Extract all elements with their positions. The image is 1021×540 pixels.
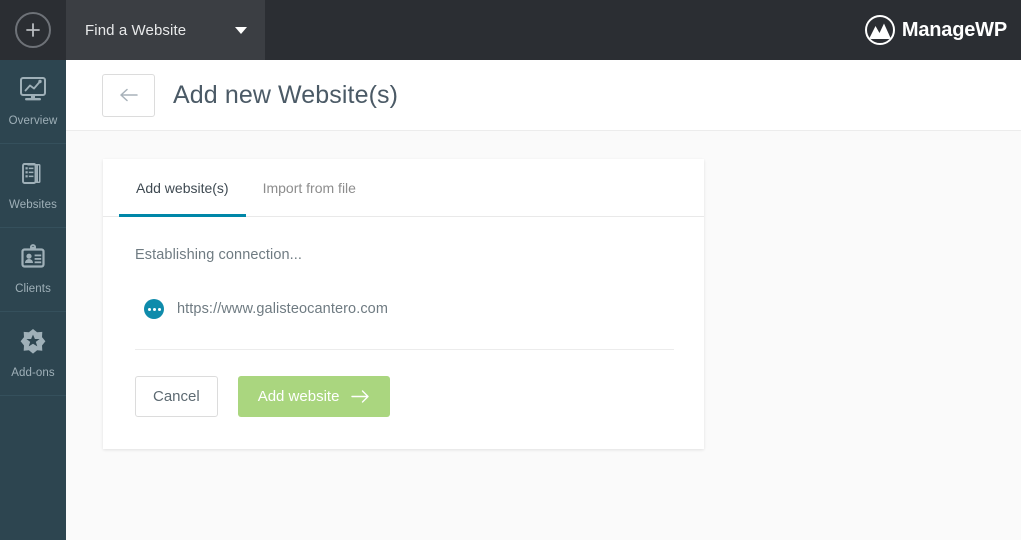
add-website-submit-button[interactable]: Add website [237, 376, 391, 417]
tab-label: Import from file [262, 179, 356, 196]
managewp-wordmark: ManageWP [901, 18, 1007, 41]
chevron-down-icon [235, 26, 247, 34]
sidebar-item-label: Clients [15, 283, 51, 295]
tab-import-from-file[interactable]: Import from file [246, 159, 373, 216]
plus-icon [26, 23, 40, 37]
tab-label: Add website(s) [136, 179, 229, 196]
sidebar-item-label: Websites [9, 199, 57, 211]
dot [152, 307, 156, 311]
site-url: https://www.galisteocantero.com [177, 301, 389, 317]
card-actions: Cancel Add website [135, 350, 674, 449]
managewp-logo-icon [864, 15, 895, 45]
add-website-button[interactable] [0, 0, 66, 60]
plus-circle-icon [15, 12, 51, 48]
add-website-label: Add website [257, 388, 340, 405]
add-website-card: Add website(s) Import from file Establis… [103, 159, 704, 449]
star-burst-icon [18, 328, 48, 361]
card-tabs: Add website(s) Import from file [103, 159, 704, 217]
main-content: Add website(s) Import from file Establis… [66, 131, 1021, 540]
page-title: Add new Website(s) [173, 80, 399, 109]
connection-status-text: Establishing connection... [135, 247, 303, 263]
sidebar-item-overview[interactable]: Overview [0, 60, 66, 144]
stacked-pages-icon [17, 160, 49, 193]
loading-dots-icon [144, 299, 164, 319]
top-bar: Find a Website ManageWP [0, 0, 1021, 60]
managewp-logo[interactable]: ManageWP [864, 0, 1021, 60]
tab-add-websites[interactable]: Add website(s) [119, 159, 246, 217]
find-website-label: Find a Website [85, 21, 187, 39]
id-card-icon [17, 244, 49, 277]
sidebar-item-clients[interactable]: Clients [0, 228, 66, 312]
find-website-dropdown[interactable]: Find a Website [66, 0, 265, 60]
page-header: Add new Website(s) [66, 60, 1021, 131]
site-list-item: https://www.galisteocantero.com [135, 299, 674, 319]
arrow-right-icon [351, 390, 370, 403]
sidebar-item-label: Add-ons [11, 367, 55, 379]
arrow-left-icon [119, 88, 138, 102]
dot [147, 307, 151, 311]
sidebar-item-label: Overview [8, 115, 58, 127]
dot [157, 307, 161, 311]
sidebar-item-addons[interactable]: Add-ons [0, 312, 66, 396]
monitor-chart-icon [17, 76, 49, 109]
back-button[interactable] [102, 73, 155, 117]
app-root: Find a Website ManageWP Overview Website… [0, 0, 1021, 540]
mountain-glyph-icon [868, 23, 891, 39]
card-body: Establishing connection... https://www.g… [103, 217, 704, 449]
cancel-button[interactable]: Cancel [135, 376, 218, 417]
sidebar: Overview Websites Clients Add-ons [0, 60, 66, 540]
sidebar-item-websites[interactable]: Websites [0, 144, 66, 228]
